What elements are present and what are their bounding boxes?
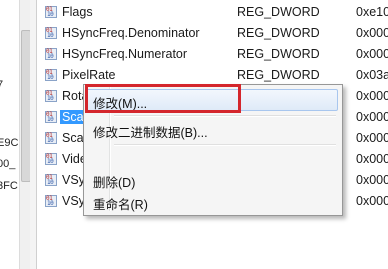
value-data: 0x000: [356, 173, 388, 187]
annotation-highlight-box: [85, 84, 241, 113]
value-type: REG_DWORD: [237, 26, 320, 40]
value-name: Flags: [62, 5, 93, 19]
value-row[interactable]: Flags REG_DWORD 0xe10: [36, 2, 388, 23]
reg-dword-icon: [45, 48, 57, 60]
value-data: 0x000: [356, 47, 388, 61]
reg-dword-icon: [45, 174, 57, 186]
value-row[interactable]: HSyncFreq.Numerator REG_DWORD 0x000: [36, 44, 388, 65]
menu-separator: [114, 144, 336, 146]
value-type: REG_DWORD: [237, 68, 320, 82]
reg-dword-icon: [45, 27, 57, 39]
value-name: PixelRate: [62, 68, 116, 82]
menu-item-label: 修改二进制数据(B)...: [93, 126, 208, 140]
value-type: REG_DWORD: [237, 5, 320, 19]
value-name: HSyncFreq.Numerator: [62, 47, 188, 61]
tree-item-fragment[interactable]: E9C: [0, 137, 18, 149]
value-name: VSy: [62, 173, 85, 187]
reg-dword-icon: [45, 69, 57, 81]
reg-dword-icon: [45, 195, 57, 207]
value-data: 0x000: [356, 110, 388, 124]
menu-item-rename[interactable]: 重命名(R): [86, 190, 338, 212]
value-name: HSyncFreq.Denominator: [62, 26, 200, 40]
menu-item-label: 删除(D): [93, 176, 136, 190]
tree-item-fragment[interactable]: 00_: [0, 158, 15, 170]
value-data: 0x000: [356, 131, 388, 145]
registry-tree-pane[interactable]: 7 E9C 00_ 3FC: [0, 0, 31, 269]
menu-item-modify-binary[interactable]: 修改二进制数据(B)...: [86, 118, 338, 140]
value-data: 0x000: [356, 152, 388, 166]
reg-dword-icon: [45, 153, 57, 165]
tree-item-fragment[interactable]: 3FC: [0, 180, 18, 192]
menu-item-delete[interactable]: 删除(D): [86, 168, 338, 190]
value-row[interactable]: HSyncFreq.Denominator REG_DWORD 0x000: [36, 23, 388, 44]
tree-item-fragment[interactable]: 7: [0, 79, 3, 91]
value-data: 0x000: [356, 26, 388, 40]
menu-separator: [114, 115, 336, 117]
value-name: VSy: [62, 194, 85, 208]
value-data: 0x000: [356, 89, 388, 103]
reg-dword-icon: [45, 6, 57, 18]
value-type: REG_DWORD: [237, 47, 320, 61]
value-row[interactable]: PixelRate REG_DWORD 0x03a: [36, 65, 388, 86]
reg-dword-icon: [45, 132, 57, 144]
value-data: 0x03a: [356, 68, 388, 82]
value-data: 0x000: [356, 194, 388, 208]
reg-dword-icon: [45, 90, 57, 102]
value-data: 0xe10: [356, 5, 388, 19]
reg-dword-icon: [45, 111, 57, 123]
menu-item-label: 重命名(R): [93, 198, 148, 212]
